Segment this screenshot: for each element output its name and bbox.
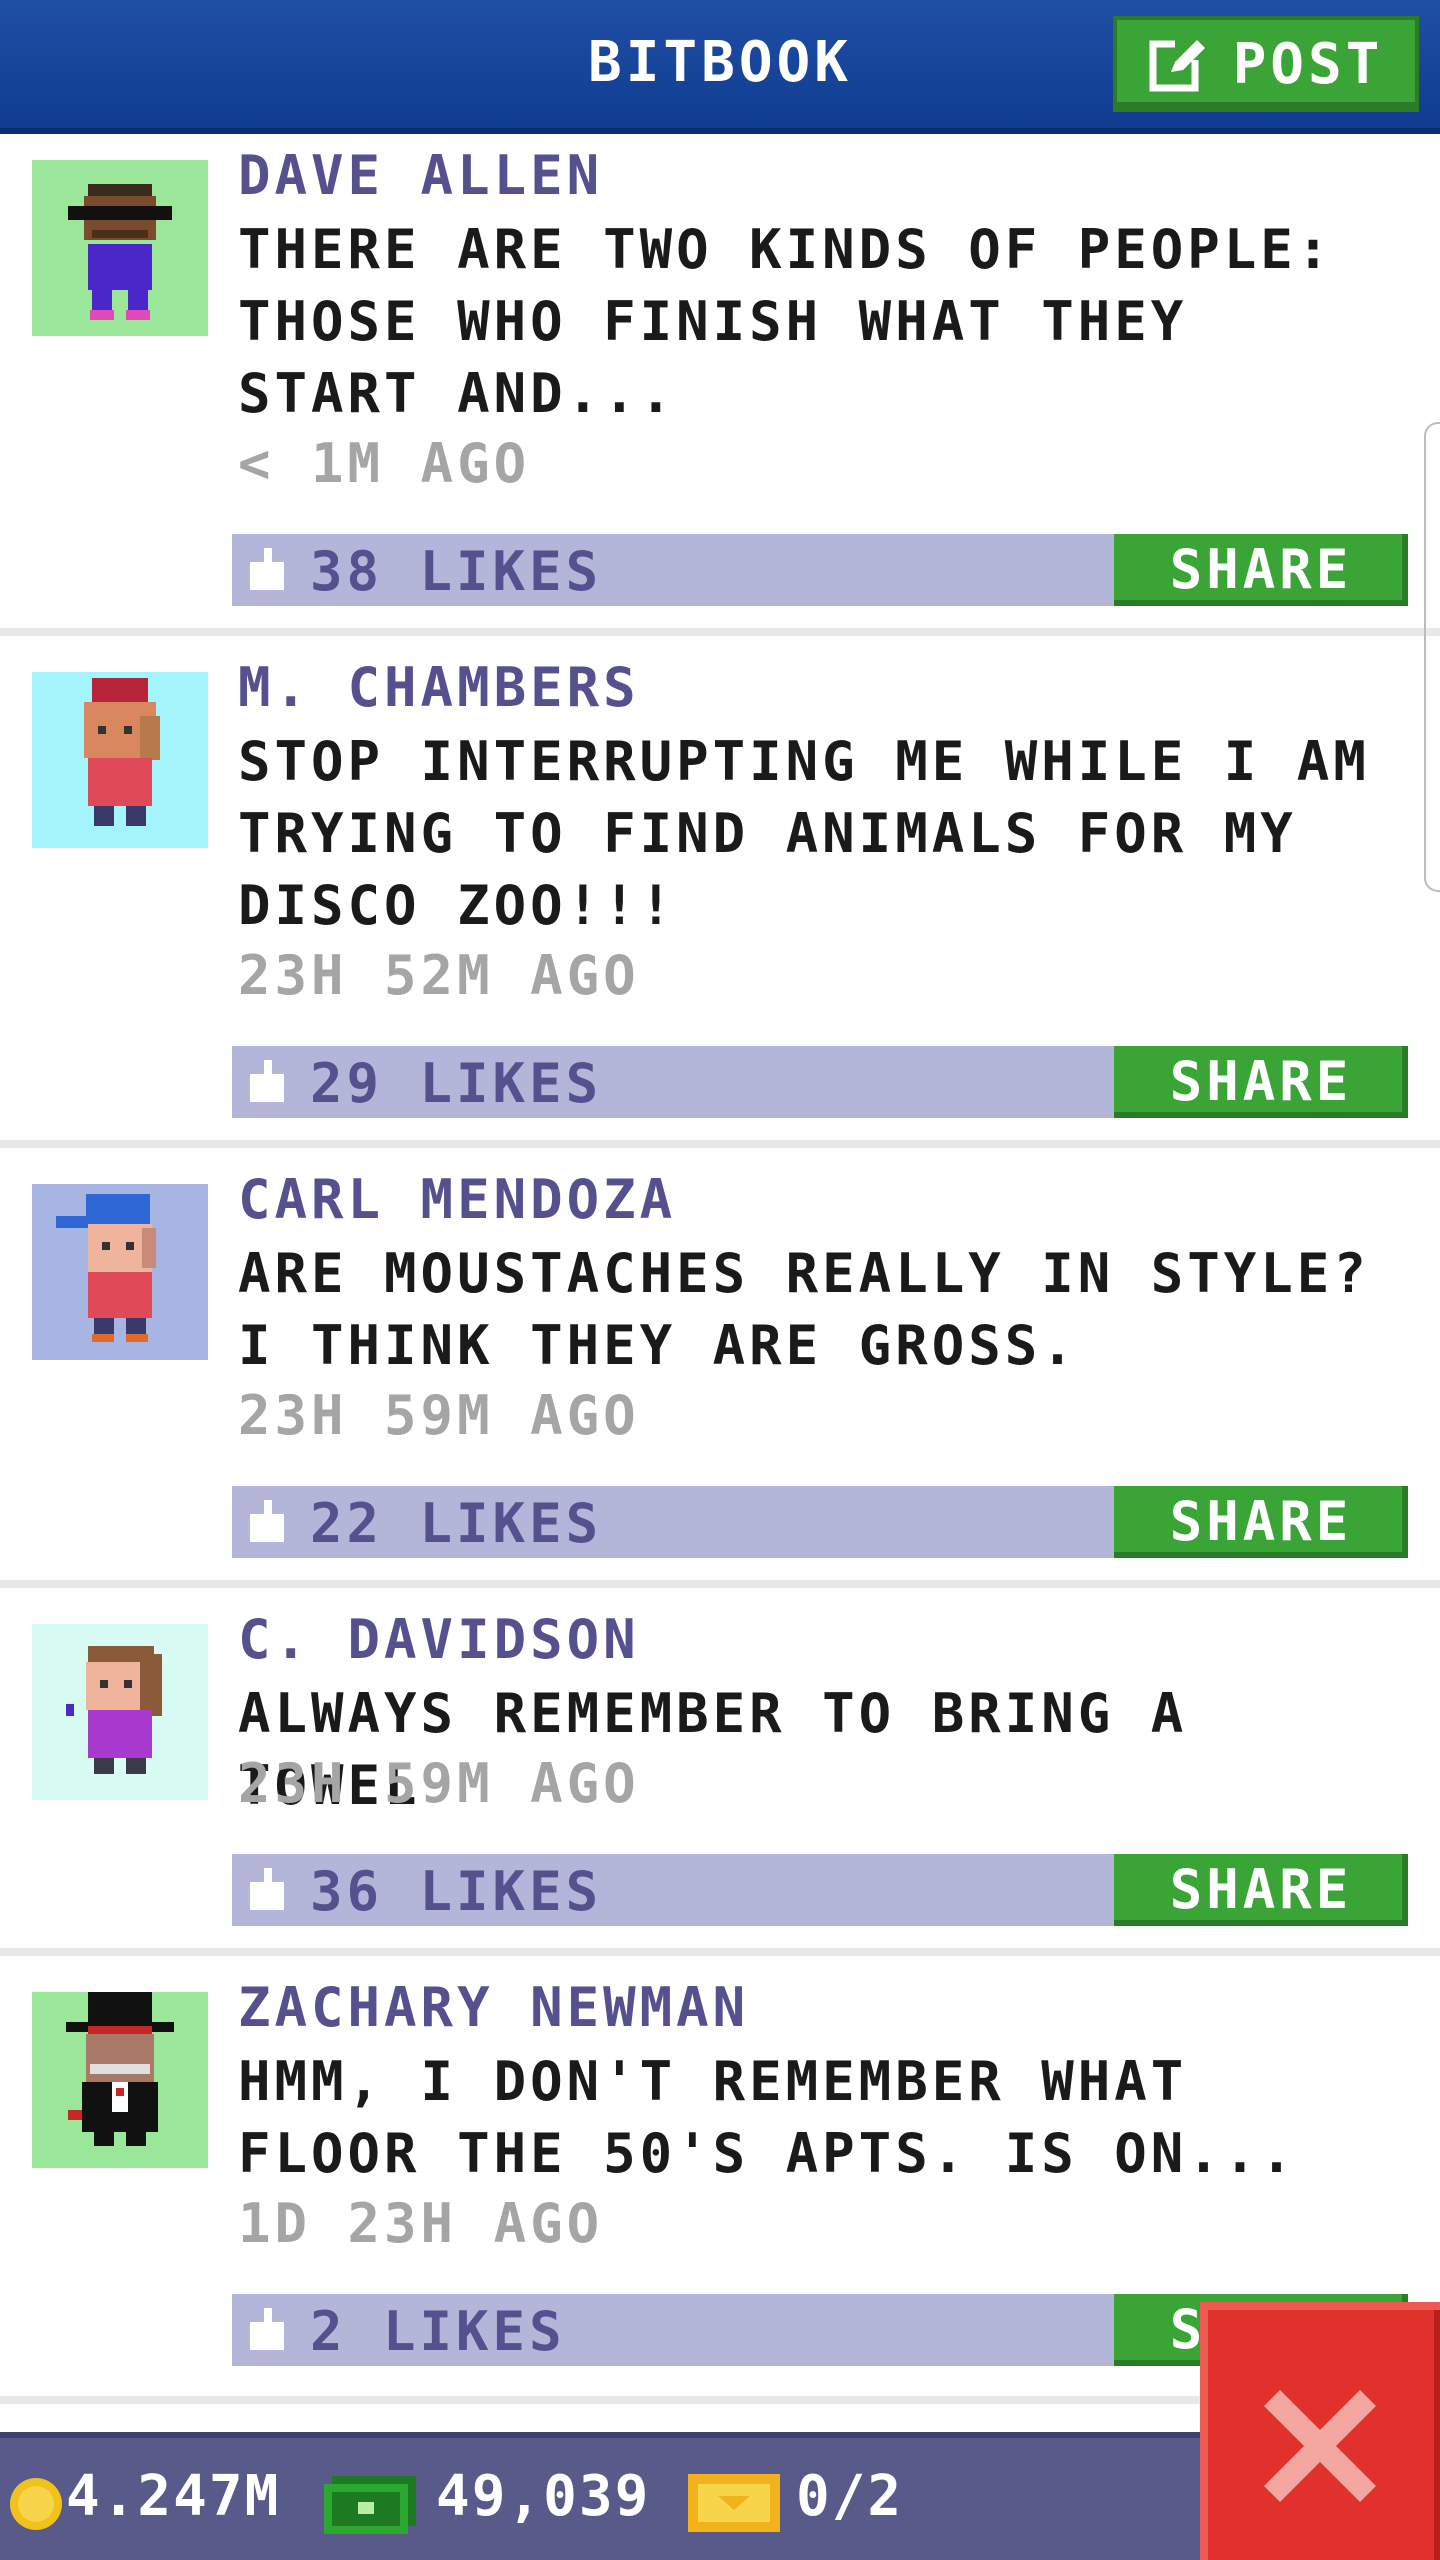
app-header: BITBOOK POST [0,0,1440,134]
bux-value: 49,039 [436,2464,651,2529]
likes-bar: 36 LIKES SHARE [232,1854,1408,1926]
feed[interactable]: DAVE ALLEN THERE ARE TWO KINDS OF PEOPLE… [0,134,1440,2434]
thumbs-up-icon[interactable] [246,1864,290,1916]
avatar-image [32,672,208,848]
avatar [32,672,208,848]
post-message: ARE MOUSTACHES REALLY IN STYLE? I THINK … [238,1242,1370,1377]
post-button-label: POST [1232,31,1384,97]
likes-count: 22 LIKES [310,1492,603,1555]
post-divider [0,1140,1440,1148]
likes-bar: 38 LIKES SHARE [232,534,1408,606]
avatar [32,160,208,336]
avatar-image [32,160,208,336]
post-button[interactable]: POST [1113,16,1419,112]
post-author[interactable]: ZACHARY NEWMAN [238,1976,749,2039]
tickets-value: 0/2 [796,2464,904,2529]
share-button[interactable]: SHARE [1114,534,1408,606]
likes-count: 38 LIKES [310,540,603,603]
avatar-image [32,1184,208,1360]
avatar [32,1184,208,1360]
post-author[interactable]: DAVE ALLEN [238,144,603,207]
post-time: < 1M AGO [238,432,531,495]
likes-bar: 29 LIKES SHARE [232,1046,1408,1118]
coins-value: 4.247M [66,2464,281,2529]
scrollbar-handle[interactable] [1424,422,1440,892]
post-time: 23H 59M AGO [238,1752,640,1815]
close-x-icon [1264,2390,1376,2502]
likes-count: 36 LIKES [310,1860,603,1923]
post-message: STOP INTERRUPTING ME WHILE I AM TRYING T… [238,730,1370,937]
post-message: THERE ARE TWO KINDS OF PEOPLE: THOSE WHO… [238,218,1334,425]
thumbs-up-icon[interactable] [246,1056,290,1108]
post-author[interactable]: C. DAVIDSON [238,1608,640,1671]
thumbs-up-icon[interactable] [246,1496,290,1548]
avatar-image [32,1992,208,2168]
share-button[interactable]: SHARE [1114,1046,1408,1118]
share-button[interactable]: SHARE [1114,1854,1408,1926]
thumbs-up-icon[interactable] [246,2304,290,2356]
avatar-image [32,1624,208,1800]
post-divider [0,1580,1440,1588]
likes-count: 29 LIKES [310,1052,603,1115]
feed-post: DAVE ALLEN THERE ARE TWO KINDS OF PEOPLE… [0,134,1440,634]
cash-icon [324,2476,416,2534]
post-divider [0,1948,1440,1956]
post-time: 23H 59M AGO [238,1384,640,1447]
post-divider [0,628,1440,636]
post-author[interactable]: CARL MENDOZA [238,1168,676,1231]
ticket-icon [688,2474,780,2532]
post-author[interactable]: M. CHAMBERS [238,656,640,719]
avatar [32,1624,208,1800]
post-message: HMM, I DON'T REMEMBER WHAT FLOOR THE 50'… [238,2050,1297,2185]
post-time: 1D 23H AGO [238,2192,604,2255]
thumbs-up-icon[interactable] [246,544,290,596]
post-time: 23H 52M AGO [238,944,640,1007]
coin-icon [10,2478,62,2530]
feed-post: CARL MENDOZA ARE MOUSTACHES REALLY IN ST… [0,1158,1440,1588]
close-button[interactable] [1200,2302,1440,2560]
feed-post: C. DAVIDSON ALWAYS REMEMBER TO BRING A T… [0,1598,1440,1958]
feed-post: M. CHAMBERS STOP INTERRUPTING ME WHILE I… [0,646,1440,1146]
share-button[interactable]: SHARE [1114,1486,1408,1558]
likes-count: 2 LIKES [310,2300,566,2363]
avatar [32,1992,208,2168]
likes-bar: 22 LIKES SHARE [232,1486,1408,1558]
post-edit-icon [1149,38,1205,92]
